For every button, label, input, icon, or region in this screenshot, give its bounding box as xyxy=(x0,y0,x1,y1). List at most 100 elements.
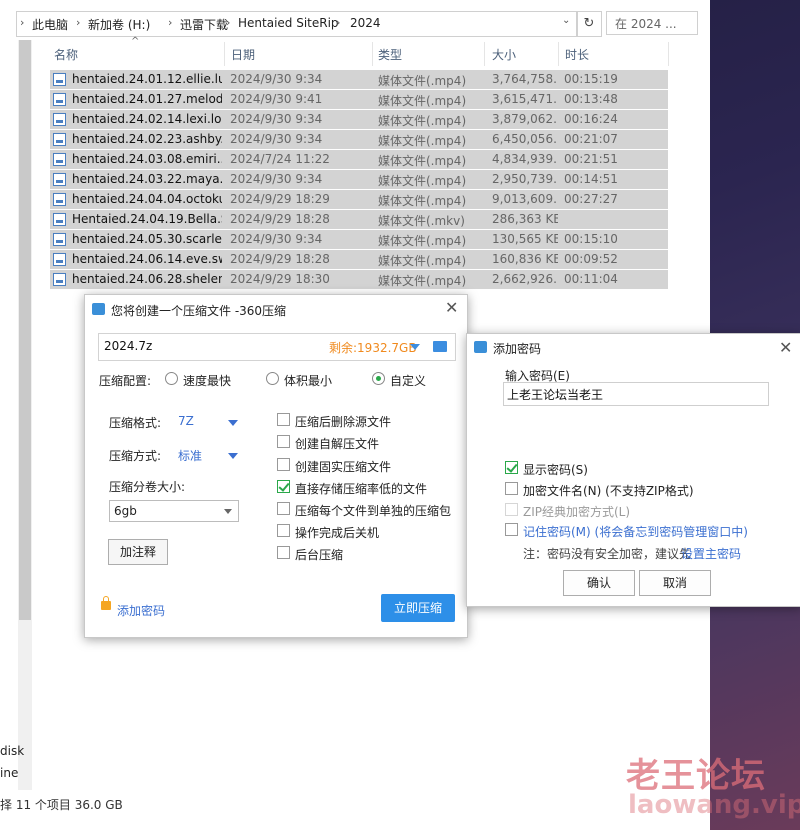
scrollbar-thumb[interactable] xyxy=(19,40,31,620)
volume-size-combobox[interactable]: 6gb xyxy=(109,500,239,522)
file-row[interactable]: hentaied.24.03.22.maya.... 2024/9/30 9:34… xyxy=(50,170,668,189)
option-checkbox[interactable] xyxy=(277,480,290,493)
chevron-down-icon[interactable] xyxy=(228,420,238,426)
password-input[interactable]: 上老王论坛当老王 xyxy=(503,382,769,406)
radio-custom[interactable] xyxy=(372,372,385,385)
file-row[interactable]: hentaied.24.01.12.ellie.lu... 2024/9/30 9… xyxy=(50,70,668,89)
chevron-down-icon[interactable] xyxy=(228,453,238,459)
radio-fastest[interactable] xyxy=(165,372,178,385)
option-label[interactable]: 创建固实压缩文件 xyxy=(295,458,391,475)
add-password-link[interactable]: 添加密码 xyxy=(117,602,165,619)
file-name: hentaied.24.04.04.octoku... xyxy=(72,192,222,206)
breadcrumb-downloads[interactable]: 迅雷下载 xyxy=(180,16,228,33)
close-icon[interactable]: ✕ xyxy=(779,338,792,357)
file-size: 130,565 KB xyxy=(492,232,558,246)
show-password-label[interactable]: 显示密码(S) xyxy=(523,461,588,478)
chevron-down-icon[interactable] xyxy=(410,344,420,350)
file-row[interactable]: hentaied.24.02.23.ashby.... 2024/9/30 9:3… xyxy=(50,130,668,149)
option-label[interactable]: 操作完成后关机 xyxy=(295,524,379,541)
option-label[interactable]: 后台压缩 xyxy=(295,546,343,563)
remember-password-checkbox[interactable] xyxy=(505,523,518,536)
format-select[interactable]: 7Z xyxy=(178,414,194,428)
breadcrumb-siterip[interactable]: Hentaied SiteRip xyxy=(238,16,339,30)
remember-password-label[interactable]: 记住密码(M) (将会备忘到密码管理窗口中) xyxy=(523,523,748,540)
video-file-icon xyxy=(53,73,66,86)
column-divider[interactable] xyxy=(372,42,373,66)
volume-size-value: 6gb xyxy=(114,504,137,518)
option-label[interactable]: 压缩后删除源文件 xyxy=(295,413,391,430)
video-file-icon xyxy=(53,133,66,146)
option-label[interactable]: 直接存储压缩率低的文件 xyxy=(295,480,427,497)
option-checkbox[interactable] xyxy=(277,435,290,448)
compress-now-button[interactable]: 立即压缩 xyxy=(381,594,455,622)
add-comment-button[interactable]: 加注释 xyxy=(108,539,168,565)
video-file-icon xyxy=(53,93,66,106)
radio-smallest[interactable] xyxy=(266,372,279,385)
zip-classic-label: ZIP经典加密方式(L) xyxy=(523,505,631,519)
file-size: 3,615,471... xyxy=(492,92,558,106)
breadcrumb-this-pc[interactable]: 此电脑 xyxy=(32,16,68,33)
file-row[interactable]: hentaied.24.06.14.eve.sw... 2024/9/29 18:… xyxy=(50,250,668,269)
breadcrumb-2024[interactable]: 2024 xyxy=(350,16,381,30)
file-name: hentaied.24.01.27.melod... xyxy=(72,92,222,106)
column-divider[interactable] xyxy=(484,42,485,66)
option-checkbox[interactable] xyxy=(277,413,290,426)
file-row[interactable]: hentaied.24.04.04.octoku... 2024/9/29 18:… xyxy=(50,190,668,209)
chevron-down-icon[interactable]: ⌄ xyxy=(562,15,570,26)
archive-path-field[interactable]: 2024.7z 剩余:1932.7GB xyxy=(98,333,456,361)
cancel-button[interactable]: 取消 xyxy=(639,570,711,596)
search-input[interactable]: 在 2024 ... xyxy=(606,11,698,35)
nav-pane-item[interactable]: disk xyxy=(0,744,24,758)
option-label[interactable]: 创建自解压文件 xyxy=(295,435,379,452)
column-header-duration[interactable]: 时长 xyxy=(565,46,589,63)
watermark-url: laowang.vip xyxy=(628,790,800,820)
breadcrumb-drive[interactable]: 新加卷 (H:) xyxy=(88,16,150,33)
column-header-date[interactable]: 日期 xyxy=(231,46,255,63)
file-row[interactable]: hentaied.24.05.30.scarlet.... 2024/9/30 9… xyxy=(50,230,668,249)
file-duration: 00:09:52 xyxy=(564,252,618,266)
file-size: 286,363 KB xyxy=(492,212,558,226)
set-master-password-link[interactable]: 设置主密码 xyxy=(681,545,741,562)
zip-classic-checkbox[interactable] xyxy=(505,503,518,516)
confirm-button[interactable]: 确认 xyxy=(563,570,635,596)
option-checkbox[interactable] xyxy=(277,546,290,559)
folder-icon[interactable] xyxy=(433,341,447,352)
chevron-down-icon[interactable] xyxy=(224,509,232,514)
column-header-size[interactable]: 大小 xyxy=(492,46,516,63)
file-duration: 00:11:04 xyxy=(564,272,618,286)
show-password-checkbox[interactable] xyxy=(505,461,518,474)
column-divider[interactable] xyxy=(558,42,559,66)
option-checkbox[interactable] xyxy=(277,524,290,537)
column-divider[interactable] xyxy=(224,42,225,66)
refresh-button[interactable]: ↻ xyxy=(576,11,602,37)
option-label[interactable]: 压缩每个文件到单独的压缩包 xyxy=(295,502,451,519)
video-file-icon xyxy=(53,193,66,206)
app-360-icon xyxy=(474,341,487,353)
video-file-icon xyxy=(53,113,66,126)
file-duration: 00:15:19 xyxy=(564,72,618,86)
encrypt-names-checkbox[interactable] xyxy=(505,482,518,495)
format-label: 压缩格式: xyxy=(109,416,162,430)
file-duration: 00:13:48 xyxy=(564,92,618,106)
option-checkbox[interactable] xyxy=(277,458,290,471)
file-row[interactable]: hentaied.24.02.14.lexi.lor... 2024/9/30 9… xyxy=(50,110,668,129)
column-divider[interactable] xyxy=(668,42,669,66)
option-checkbox[interactable] xyxy=(277,502,290,515)
file-size: 160,836 KB xyxy=(492,252,558,266)
chevron-right-icon: › xyxy=(76,16,81,29)
radio-smallest-label[interactable]: 体积最小 xyxy=(284,372,332,389)
file-row[interactable]: hentaied.24.01.27.melod... 2024/9/30 9:41… xyxy=(50,90,668,109)
radio-fastest-label[interactable]: 速度最快 xyxy=(183,372,231,389)
file-row[interactable]: hentaied.24.03.08.emiri.... 2024/7/24 11:… xyxy=(50,150,668,169)
radio-custom-label[interactable]: 自定义 xyxy=(390,372,426,389)
file-duration: 00:27:27 xyxy=(564,192,618,206)
column-header-type[interactable]: 类型 xyxy=(378,46,402,63)
method-select[interactable]: 标准 xyxy=(178,447,202,464)
column-header-name[interactable]: 名称 xyxy=(54,46,78,63)
encrypt-names-label[interactable]: 加密文件名(N) (不支持ZIP格式) xyxy=(523,482,694,499)
file-date: 2024/9/30 9:34 xyxy=(230,72,323,86)
file-row[interactable]: hentaied.24.06.28.shelen... 2024/9/29 18:… xyxy=(50,270,668,289)
nav-pane-item[interactable]: ine xyxy=(0,766,18,780)
close-icon[interactable]: ✕ xyxy=(445,298,458,317)
file-row[interactable]: Hentaied.24.04.19.Bella.S... 2024/9/29 18… xyxy=(50,210,668,229)
